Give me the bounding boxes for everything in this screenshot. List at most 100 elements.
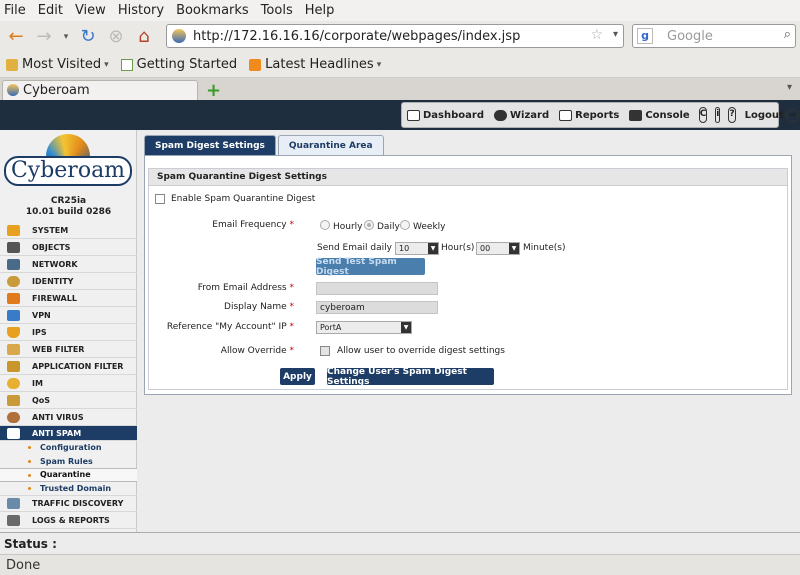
apply-button[interactable]: Apply [280, 368, 315, 385]
sidebar-item-vpn[interactable]: VPN [0, 307, 137, 324]
send-daily-label: Send Email daily at [317, 243, 404, 253]
reports-button[interactable]: Reports [554, 103, 624, 127]
appliance-model: CR25ia [50, 196, 87, 206]
nav-label: TRAFFIC DISCOVERY [32, 499, 124, 508]
menu-file[interactable]: File [4, 3, 26, 18]
frequency-hourly-label: Hourly [333, 222, 363, 232]
nav-label: APPLICATION FILTER [32, 361, 124, 371]
required-marker: * [289, 220, 295, 230]
enable-digest-label: Enable Spam Quarantine Digest [171, 194, 316, 204]
system-icon [7, 224, 20, 236]
bookmark-label: Latest Headlines [265, 57, 374, 72]
required-marker: * [289, 302, 295, 312]
from-email-label: From Email Address * [149, 283, 294, 293]
sidebar-item-anti-spam[interactable]: ANTI SPAM [0, 426, 137, 441]
change-user-digest-button[interactable]: Change User's Spam Digest Settings [327, 367, 494, 387]
bookmark-latest-headlines[interactable]: Latest Headlines ▾ [249, 57, 381, 72]
wizard-button[interactable]: Wizard [489, 103, 554, 127]
frequency-daily-radio[interactable] [364, 220, 374, 230]
frequency-weekly-radio[interactable] [400, 220, 410, 230]
browser-navbar: ← → ▾ ↻ ⊗ ⌂ http://172.16.16.16/corporat… [0, 21, 800, 52]
menu-history[interactable]: History [118, 3, 164, 18]
tab-spam-digest-settings[interactable]: Spam Digest Settings [144, 135, 276, 155]
hour-value: 10 [399, 244, 410, 253]
hours-label: Hour(s) [441, 243, 475, 253]
sidebar-subitem-configuration[interactable]: Configuration [0, 441, 137, 455]
minute-select[interactable]: 00 ▼ [476, 242, 520, 255]
menu-edit[interactable]: Edit [38, 3, 63, 18]
sidebar-item-qos[interactable]: QoS [0, 392, 137, 409]
stop-icon[interactable]: ⊗ [104, 25, 128, 49]
logout-button[interactable]: Logout → [740, 103, 800, 127]
reload-icon[interactable]: ↻ [76, 25, 100, 49]
console-button[interactable]: Console [624, 103, 694, 127]
required-marker: * [289, 346, 295, 356]
chevron-down-icon: ▾ [376, 59, 382, 70]
main-content: Spam Digest Settings Quarantine Area Spa… [138, 130, 800, 532]
browser-menubar: File Edit View History Bookmarks Tools H… [0, 0, 800, 21]
required-marker: * [289, 283, 295, 293]
url-bar[interactable]: http://172.16.16.16/corporate/webpages/i… [166, 24, 624, 48]
frequency-hourly-radio[interactable] [320, 220, 330, 230]
dashboard-button[interactable]: Dashboard [402, 103, 489, 127]
sidebar: Cyberoam CR25ia 10.01 build 0286 SYSTEM … [0, 130, 137, 532]
console-label: Console [645, 109, 690, 121]
chevron-down-icon: ▼ [428, 243, 438, 254]
tab-quarantine-area[interactable]: Quarantine Area [277, 135, 384, 155]
sidebar-item-anti-virus[interactable]: ANTI VIRUS [0, 409, 137, 426]
history-dropdown-icon[interactable]: ▾ [60, 25, 72, 49]
back-icon[interactable]: ← [4, 25, 28, 49]
home-icon[interactable]: ⌂ [132, 25, 156, 49]
browser-tab[interactable]: Cyberoam [2, 80, 198, 100]
sidebar-item-identity[interactable]: IDENTITY [0, 273, 137, 290]
bookmark-most-visited[interactable]: Most Visited ▾ [6, 57, 109, 72]
sidebar-item-im[interactable]: IM [0, 375, 137, 392]
new-tab-icon[interactable]: + [206, 80, 221, 101]
display-name-field[interactable]: cyberoam [316, 301, 438, 314]
sidebar-item-firewall[interactable]: FIREWALL [0, 290, 137, 307]
forward-icon[interactable]: → [32, 25, 56, 49]
tabs-list-icon[interactable]: ▾ [787, 82, 792, 93]
reference-ip-select[interactable]: PortA ▼ [316, 321, 412, 334]
menu-view[interactable]: View [75, 3, 106, 18]
allow-override-checkbox[interactable] [320, 346, 330, 356]
browser-status-text: Done [6, 557, 41, 573]
hour-select[interactable]: 10 ▼ [395, 242, 439, 255]
bookmark-star-icon[interactable]: ☆ [590, 27, 603, 43]
copyright-icon[interactable]: C [698, 107, 708, 123]
sidebar-item-application-filter[interactable]: APPLICATION FILTER [0, 358, 137, 375]
google-icon[interactable]: g [637, 28, 653, 44]
sidebar-item-logs-reports[interactable]: LOGS & REPORTS [0, 512, 137, 529]
menu-bookmarks[interactable]: Bookmarks [176, 3, 249, 18]
sidebar-subitem-trusted-domain[interactable]: Trusted Domain [0, 482, 137, 496]
page-icon [120, 58, 133, 71]
bookmark-getting-started[interactable]: Getting Started [120, 57, 237, 72]
enable-digest-checkbox[interactable] [155, 194, 165, 204]
sidebar-subitem-quarantine[interactable]: Quarantine [0, 468, 137, 482]
menu-help[interactable]: Help [305, 3, 335, 18]
menu-tools[interactable]: Tools [261, 3, 293, 18]
send-test-digest-button[interactable]: Send Test Spam Digest [316, 257, 425, 277]
chevron-down-icon: ▼ [509, 243, 519, 254]
sidebar-subitem-spam-rules[interactable]: Spam Rules [0, 455, 137, 469]
appliance-info: CR25ia 10.01 build 0286 [0, 196, 137, 218]
help-icon[interactable]: ? [728, 107, 736, 123]
sidebar-item-web-filter[interactable]: WEB FILTER [0, 341, 137, 358]
qos-icon [7, 394, 20, 406]
application-filter-icon [7, 360, 20, 372]
objects-icon [7, 241, 20, 253]
sidebar-item-ips[interactable]: IPS [0, 324, 137, 341]
url-dropdown-icon[interactable]: ▾ [613, 29, 618, 40]
search-icon[interactable]: ⌕ [784, 27, 791, 42]
sidebar-item-objects[interactable]: OBJECTS [0, 239, 137, 256]
search-bar[interactable]: g Google ⌕ [632, 24, 796, 48]
display-name-label: Display Name * [149, 302, 294, 312]
sidebar-item-system[interactable]: SYSTEM [0, 222, 137, 239]
info-icon[interactable]: i [715, 107, 721, 123]
from-email-field[interactable] [316, 282, 438, 295]
tab-title: Cyberoam [23, 83, 90, 98]
search-placeholder: Google [667, 28, 713, 44]
sidebar-item-traffic-discovery[interactable]: TRAFFIC DISCOVERY [0, 495, 137, 512]
nav-label: OBJECTS [32, 242, 71, 252]
sidebar-item-network[interactable]: NETWORK [0, 256, 137, 273]
